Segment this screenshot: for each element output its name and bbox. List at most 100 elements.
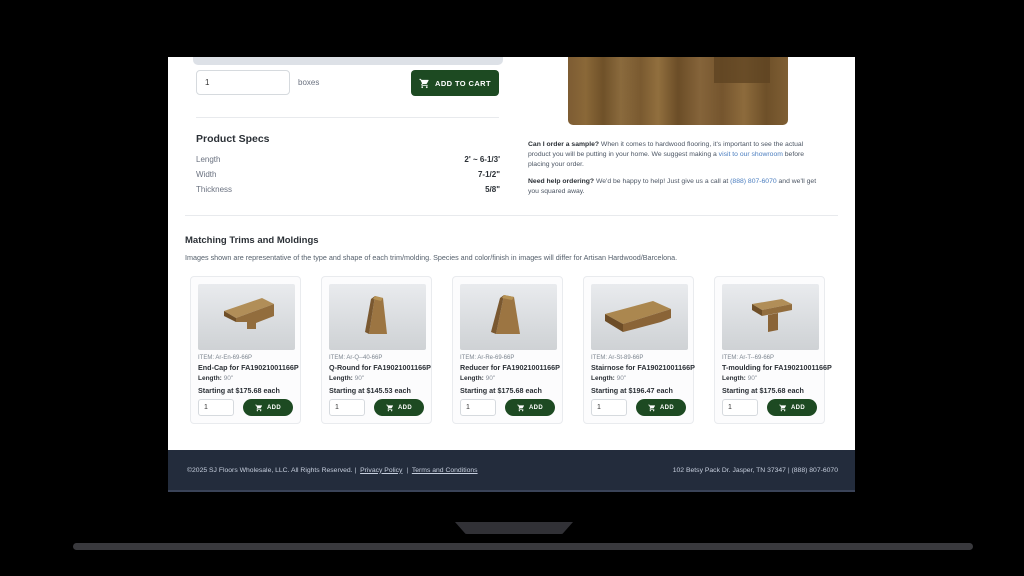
phone-link[interactable]: (888) 807-6070 xyxy=(730,178,776,185)
laptop-hinge-notch xyxy=(455,522,573,534)
item-prefix: ITEM: xyxy=(329,355,345,361)
trim-card-end-cap: ITEM: Ar-En-69-66P End-Cap for FA1902100… xyxy=(190,276,301,424)
cart-icon xyxy=(419,78,430,89)
trim-price: Starting at $196.47 each xyxy=(591,386,686,395)
trim-name: Q-Round for FA19021001166P xyxy=(329,363,424,372)
cart-icon xyxy=(648,404,656,412)
add-label: ADD xyxy=(267,405,281,411)
item-prefix: ITEM: xyxy=(460,355,476,361)
item-code-line: ITEM: Ar-En-69-66P xyxy=(198,355,293,361)
sample-info-paragraph: Can I order a sample? When it comes to h… xyxy=(528,140,824,171)
spec-row-thickness: Thickness 5/8" xyxy=(196,185,500,194)
trim-card-reducer: ITEM: Ar-Re-69-66P Reducer for FA1902100… xyxy=(452,276,563,424)
site-footer: ©2025 SJ Floors Wholesale, LLC. All Righ… xyxy=(168,450,855,492)
trim-price: Starting at $175.68 each xyxy=(460,386,555,395)
cart-icon xyxy=(255,404,263,412)
reducer-molding-image xyxy=(460,284,557,350)
t-moulding-molding-image xyxy=(722,284,819,350)
length-label: Length: xyxy=(460,375,484,382)
length-value: 90" xyxy=(617,375,627,382)
trim-add-button[interactable]: ADD xyxy=(374,399,424,416)
add-label: ADD xyxy=(529,405,543,411)
trim-purchase-row: ADD xyxy=(329,399,424,416)
trim-quantity-input[interactable] xyxy=(460,399,496,416)
length-value: 90" xyxy=(748,375,758,382)
trim-quantity-input[interactable] xyxy=(198,399,234,416)
length-value: 90" xyxy=(486,375,496,382)
trim-name: T-moulding for FA19021001166P xyxy=(722,363,817,372)
trim-image-area xyxy=(722,284,819,350)
item-prefix: ITEM: xyxy=(198,355,214,361)
trim-card-stairnose: ITEM: Ar-St-89-66P Stairnose for FA19021… xyxy=(583,276,694,424)
trim-length: Length: 90" xyxy=(722,375,817,382)
trim-quantity-input[interactable] xyxy=(591,399,627,416)
trim-purchase-row: ADD xyxy=(198,399,293,416)
product-photo xyxy=(568,57,788,125)
trim-add-button[interactable]: ADD xyxy=(505,399,555,416)
trim-add-button[interactable]: ADD xyxy=(243,399,293,416)
trim-length: Length: 90" xyxy=(329,375,424,382)
trim-quantity-input[interactable] xyxy=(329,399,365,416)
trim-image-area xyxy=(329,284,426,350)
sample-heading: Can I order a sample? xyxy=(528,141,599,148)
trims-section-description: Images shown are representative of the t… xyxy=(185,253,677,262)
q-round-molding-image xyxy=(329,284,426,350)
spec-value: 5/8" xyxy=(485,185,500,194)
item-code-line: ITEM: Ar-T--69-66P xyxy=(722,355,817,361)
divider xyxy=(196,117,499,118)
section-divider xyxy=(185,215,838,216)
trim-add-button[interactable]: ADD xyxy=(767,399,817,416)
item-code-line: ITEM: Ar-Q--40-66P xyxy=(329,355,424,361)
privacy-policy-link[interactable]: Privacy Policy xyxy=(360,467,402,474)
copyright-text: ©2025 SJ Floors Wholesale, LLC. All Righ… xyxy=(187,467,356,474)
spec-row-length: Length 2' ~ 6-1/3' xyxy=(196,155,500,164)
trim-name: Reducer for FA19021001166P xyxy=(460,363,555,372)
trim-image-area xyxy=(460,284,557,350)
cart-icon xyxy=(386,404,394,412)
trim-length: Length: 90" xyxy=(460,375,555,382)
add-label: ADD xyxy=(398,405,412,411)
unit-label: boxes xyxy=(298,78,319,87)
item-prefix: ITEM: xyxy=(722,355,738,361)
length-label: Length: xyxy=(722,375,746,382)
item-code: Ar-Re-69-66P xyxy=(477,355,514,361)
quantity-input[interactable] xyxy=(196,70,290,95)
cutoff-top-element xyxy=(193,57,503,65)
add-label: ADD xyxy=(791,405,805,411)
help-text: We'd be happy to help! Just give us a ca… xyxy=(594,178,730,185)
trim-length: Length: 90" xyxy=(591,375,686,382)
spec-label: Thickness xyxy=(196,185,232,194)
trim-length: Length: 90" xyxy=(198,375,293,382)
length-value: 90" xyxy=(224,375,234,382)
trim-name: Stairnose for FA19021001166P xyxy=(591,363,686,372)
length-label: Length: xyxy=(329,375,353,382)
trim-purchase-row: ADD xyxy=(460,399,555,416)
spec-label: Length xyxy=(196,155,220,164)
length-label: Length: xyxy=(591,375,615,382)
trims-section-title: Matching Trims and Moldings xyxy=(185,235,319,246)
trim-name: End-Cap for FA19021001166P xyxy=(198,363,293,372)
trim-price: Starting at $145.53 each xyxy=(329,386,424,395)
showroom-link[interactable]: visit to our showroom xyxy=(719,151,783,158)
laptop-base-bar xyxy=(73,543,973,550)
trim-add-button[interactable]: ADD xyxy=(636,399,686,416)
stairnose-molding-image xyxy=(591,284,688,350)
item-code: Ar-En-69-66P xyxy=(215,355,252,361)
trim-quantity-input[interactable] xyxy=(722,399,758,416)
trim-card-t-moulding: ITEM: Ar-T--69-66P T-moulding for FA1902… xyxy=(714,276,825,424)
terms-link[interactable]: Terms and Conditions xyxy=(412,467,478,474)
trim-image-area xyxy=(198,284,295,350)
spec-row-width: Width 7-1/2" xyxy=(196,170,500,179)
trim-purchase-row: ADD xyxy=(591,399,686,416)
length-label: Length: xyxy=(198,375,222,382)
trim-image-area xyxy=(591,284,688,350)
cart-icon xyxy=(779,404,787,412)
item-code: Ar-St-89-66P xyxy=(608,355,643,361)
add-to-cart-label: ADD TO CART xyxy=(435,79,491,88)
add-to-cart-button[interactable]: ADD TO CART xyxy=(411,70,499,96)
laptop-screen-content: boxes ADD TO CART Product Specs Length 2… xyxy=(168,57,855,492)
product-specs-title: Product Specs xyxy=(196,133,270,145)
item-code-line: ITEM: Ar-Re-69-66P xyxy=(460,355,555,361)
spec-value: 7-1/2" xyxy=(478,170,500,179)
help-info-paragraph: Need help ordering? We'd be happy to hel… xyxy=(528,177,824,197)
